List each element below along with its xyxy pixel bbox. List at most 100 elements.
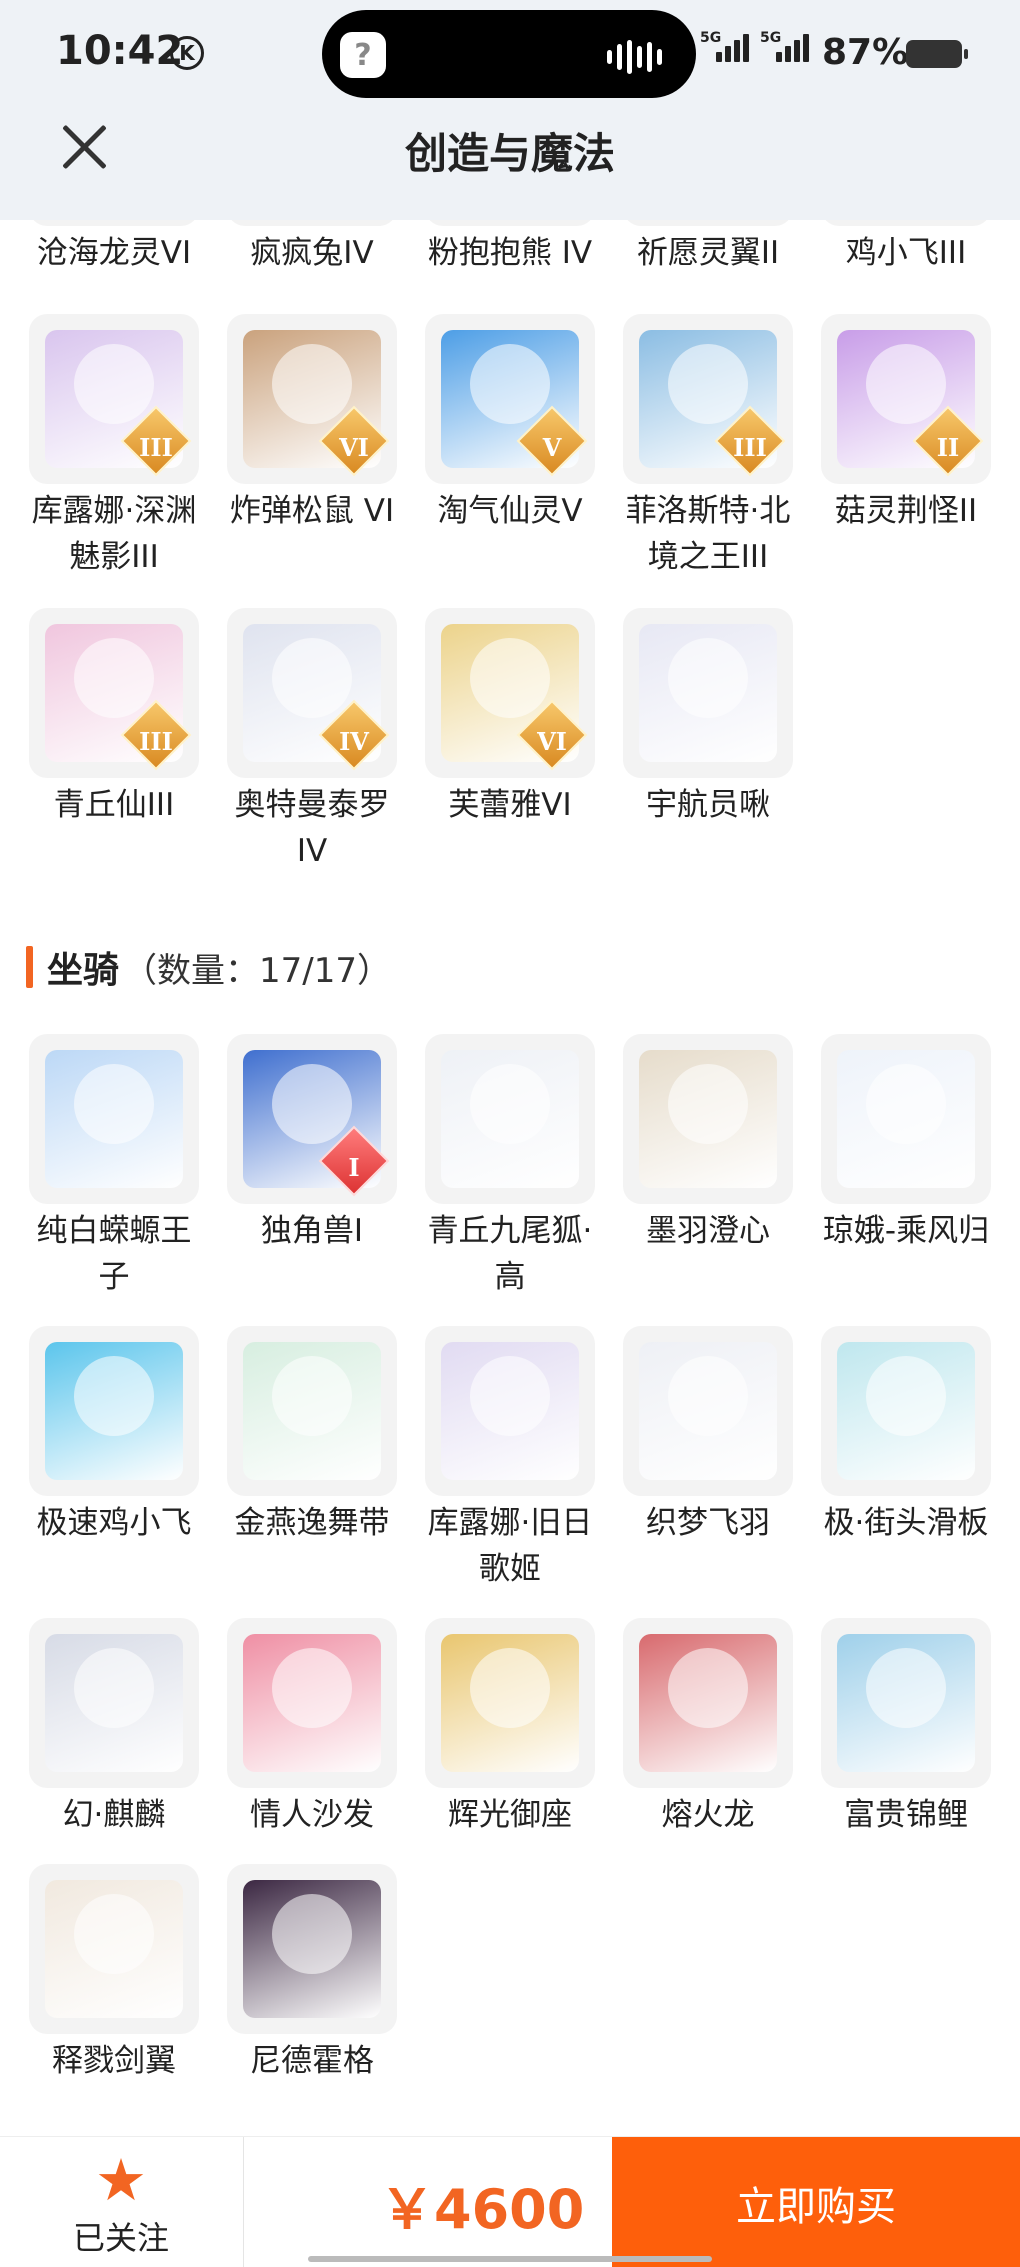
rank-badge-text: III: [139, 433, 173, 462]
item-label: 菲洛斯特·北境之王III: [625, 493, 791, 575]
item-label: 富贵锦鲤: [844, 1797, 968, 1833]
signal-icon-1: 5G: [700, 30, 749, 62]
grid-item[interactable]: 富贵锦鲤: [816, 1618, 996, 1838]
item-thumbnail: [227, 1618, 397, 1788]
item-figure: [668, 1356, 748, 1436]
grid-item[interactable]: III 菲洛斯特·北境之王III: [618, 314, 798, 580]
rank-badge-text: IV: [339, 727, 369, 756]
grid-item[interactable]: 青丘九尾狐·高: [420, 1034, 600, 1300]
grid-item[interactable]: 熔火龙: [618, 1618, 798, 1838]
item-thumbnail: [623, 1618, 793, 1788]
question-app-icon: ?: [340, 32, 386, 78]
item-label: 青丘九尾狐·高: [427, 1213, 593, 1295]
item-label: 芙蕾雅VI: [448, 787, 572, 823]
grid-item[interactable]: 金燕逸舞带: [222, 1326, 402, 1546]
item-label: 库露娜·旧日歌姬: [427, 1505, 593, 1587]
grid-item[interactable]: IV 奥特曼泰罗IV: [222, 608, 402, 874]
rank-badge-text: VI: [339, 433, 369, 462]
item-thumbnail: II: [821, 314, 991, 484]
grid-item[interactable]: I 独角兽I: [222, 1034, 402, 1254]
item-thumbnail: VI: [227, 314, 397, 484]
item-figure: [668, 1648, 748, 1728]
grid-item[interactable]: 极·街头滑板: [816, 1326, 996, 1546]
follow-button[interactable]: ★ 已关注: [0, 2137, 242, 2267]
network-type-2: 5G: [760, 30, 782, 46]
item-label: 熔火龙: [661, 1797, 755, 1833]
grid-item[interactable]: 鸡小飞III: [816, 220, 996, 276]
item-label: 纯白蝾螈王子: [36, 1213, 192, 1295]
item-label: 菇灵荆怪II: [834, 493, 978, 529]
battery-level: 87%: [822, 32, 909, 73]
grid-item[interactable]: 幻·麒麟: [24, 1618, 204, 1838]
grid-item[interactable]: III 库露娜·深渊魅影III: [24, 314, 204, 580]
item-thumbnail: [29, 1034, 199, 1204]
item-thumbnail: [425, 1034, 595, 1204]
signal-icon-2: 5G: [760, 30, 809, 62]
item-label: 奥特曼泰罗IV: [234, 787, 390, 869]
item-thumbnail: [29, 1618, 199, 1788]
item-figure: [668, 344, 748, 424]
item-thumbnail: IV: [227, 608, 397, 778]
item-thumbnail: [29, 1326, 199, 1496]
item-label: 独角兽I: [260, 1213, 364, 1249]
grid-item[interactable]: 尼德霍格: [222, 1864, 402, 2084]
grid-item[interactable]: 辉光御座: [420, 1618, 600, 1838]
item-label: 幻·麒麟: [62, 1797, 166, 1833]
item-thumbnail: VI: [425, 608, 595, 778]
grid-item[interactable]: 疯疯兔IV: [222, 220, 402, 276]
grid-item[interactable]: 情人沙发: [222, 1618, 402, 1838]
grid-item[interactable]: 极速鸡小飞: [24, 1326, 204, 1546]
item-thumbnail: [821, 220, 991, 226]
grid-item[interactable]: 粉抱抱熊 IV: [420, 220, 600, 276]
item-figure: [272, 1648, 352, 1728]
dynamic-island[interactable]: ?: [322, 10, 696, 98]
grid-item[interactable]: 沧海龙灵VI: [24, 220, 204, 276]
item-figure: [470, 1064, 550, 1144]
item-thumbnail: I: [227, 1034, 397, 1204]
item-label: 库露娜·深渊魅影III: [31, 493, 197, 575]
item-label: 琼娥-乘风归: [822, 1213, 990, 1249]
status-time: 10:42: [56, 28, 184, 74]
item-figure: [74, 638, 154, 718]
section-count: （数量：17/17）: [123, 950, 391, 991]
item-thumbnail: [821, 1618, 991, 1788]
item-label: 淘气仙灵V: [437, 493, 583, 529]
item-thumbnail: [227, 220, 397, 226]
home-indicator: [308, 2256, 712, 2262]
content-area[interactable]: 沧海龙灵VI 疯疯兔IV 粉抱抱熊 IV 祈愿灵翼II 鸡小飞III III 库露娜·深渊…: [0, 220, 1020, 2136]
grid-item[interactable]: 库露娜·旧日歌姬: [420, 1326, 600, 1592]
top-bar: 10:42 K ? 5G 5G 87% 创造与魔法: [0, 0, 1020, 220]
grid-item[interactable]: 释戮剑翼: [24, 1864, 204, 2084]
grid-item[interactable]: 纯白蝾螈王子: [24, 1034, 204, 1300]
item-thumbnail: III: [623, 314, 793, 484]
item-figure: [866, 1648, 946, 1728]
item-label: 祈愿灵翼II: [636, 235, 780, 271]
grid-item[interactable]: III 青丘仙III: [24, 608, 204, 828]
grid-item[interactable]: V 淘气仙灵V: [420, 314, 600, 534]
battery-icon: [906, 40, 968, 68]
buy-now-button[interactable]: 立即购买: [612, 2137, 1020, 2267]
item-figure: [470, 1356, 550, 1436]
item-figure: [272, 1356, 352, 1436]
grid-item[interactable]: 墨羽澄心: [618, 1034, 798, 1254]
grid-item[interactable]: VI 炸弹松鼠 VI: [222, 314, 402, 534]
grid-item[interactable]: 织梦飞羽: [618, 1326, 798, 1546]
item-thumbnail: [623, 220, 793, 226]
item-figure: [668, 1064, 748, 1144]
page-title: 创造与魔法: [404, 129, 615, 178]
item-figure: [866, 1064, 946, 1144]
item-label: 青丘仙III: [53, 787, 175, 823]
grid-item[interactable]: 琼娥-乘风归: [816, 1034, 996, 1254]
grid-item[interactable]: II 菇灵荆怪II: [816, 314, 996, 534]
item-label: 极速鸡小飞: [36, 1505, 192, 1541]
grid-item[interactable]: VI 芙蕾雅VI: [420, 608, 600, 828]
grid-item[interactable]: 宇航员啾: [618, 608, 798, 828]
item-figure: [74, 1064, 154, 1144]
item-thumbnail: [425, 220, 595, 226]
rank-badge-text: II: [936, 433, 960, 462]
follow-label: 已关注: [72, 2219, 169, 2257]
item-thumbnail: [425, 1326, 595, 1496]
grid-item[interactable]: 祈愿灵翼II: [618, 220, 798, 276]
rank-badge-text: I: [348, 1153, 360, 1182]
item-label: 情人沙发: [250, 1797, 374, 1833]
